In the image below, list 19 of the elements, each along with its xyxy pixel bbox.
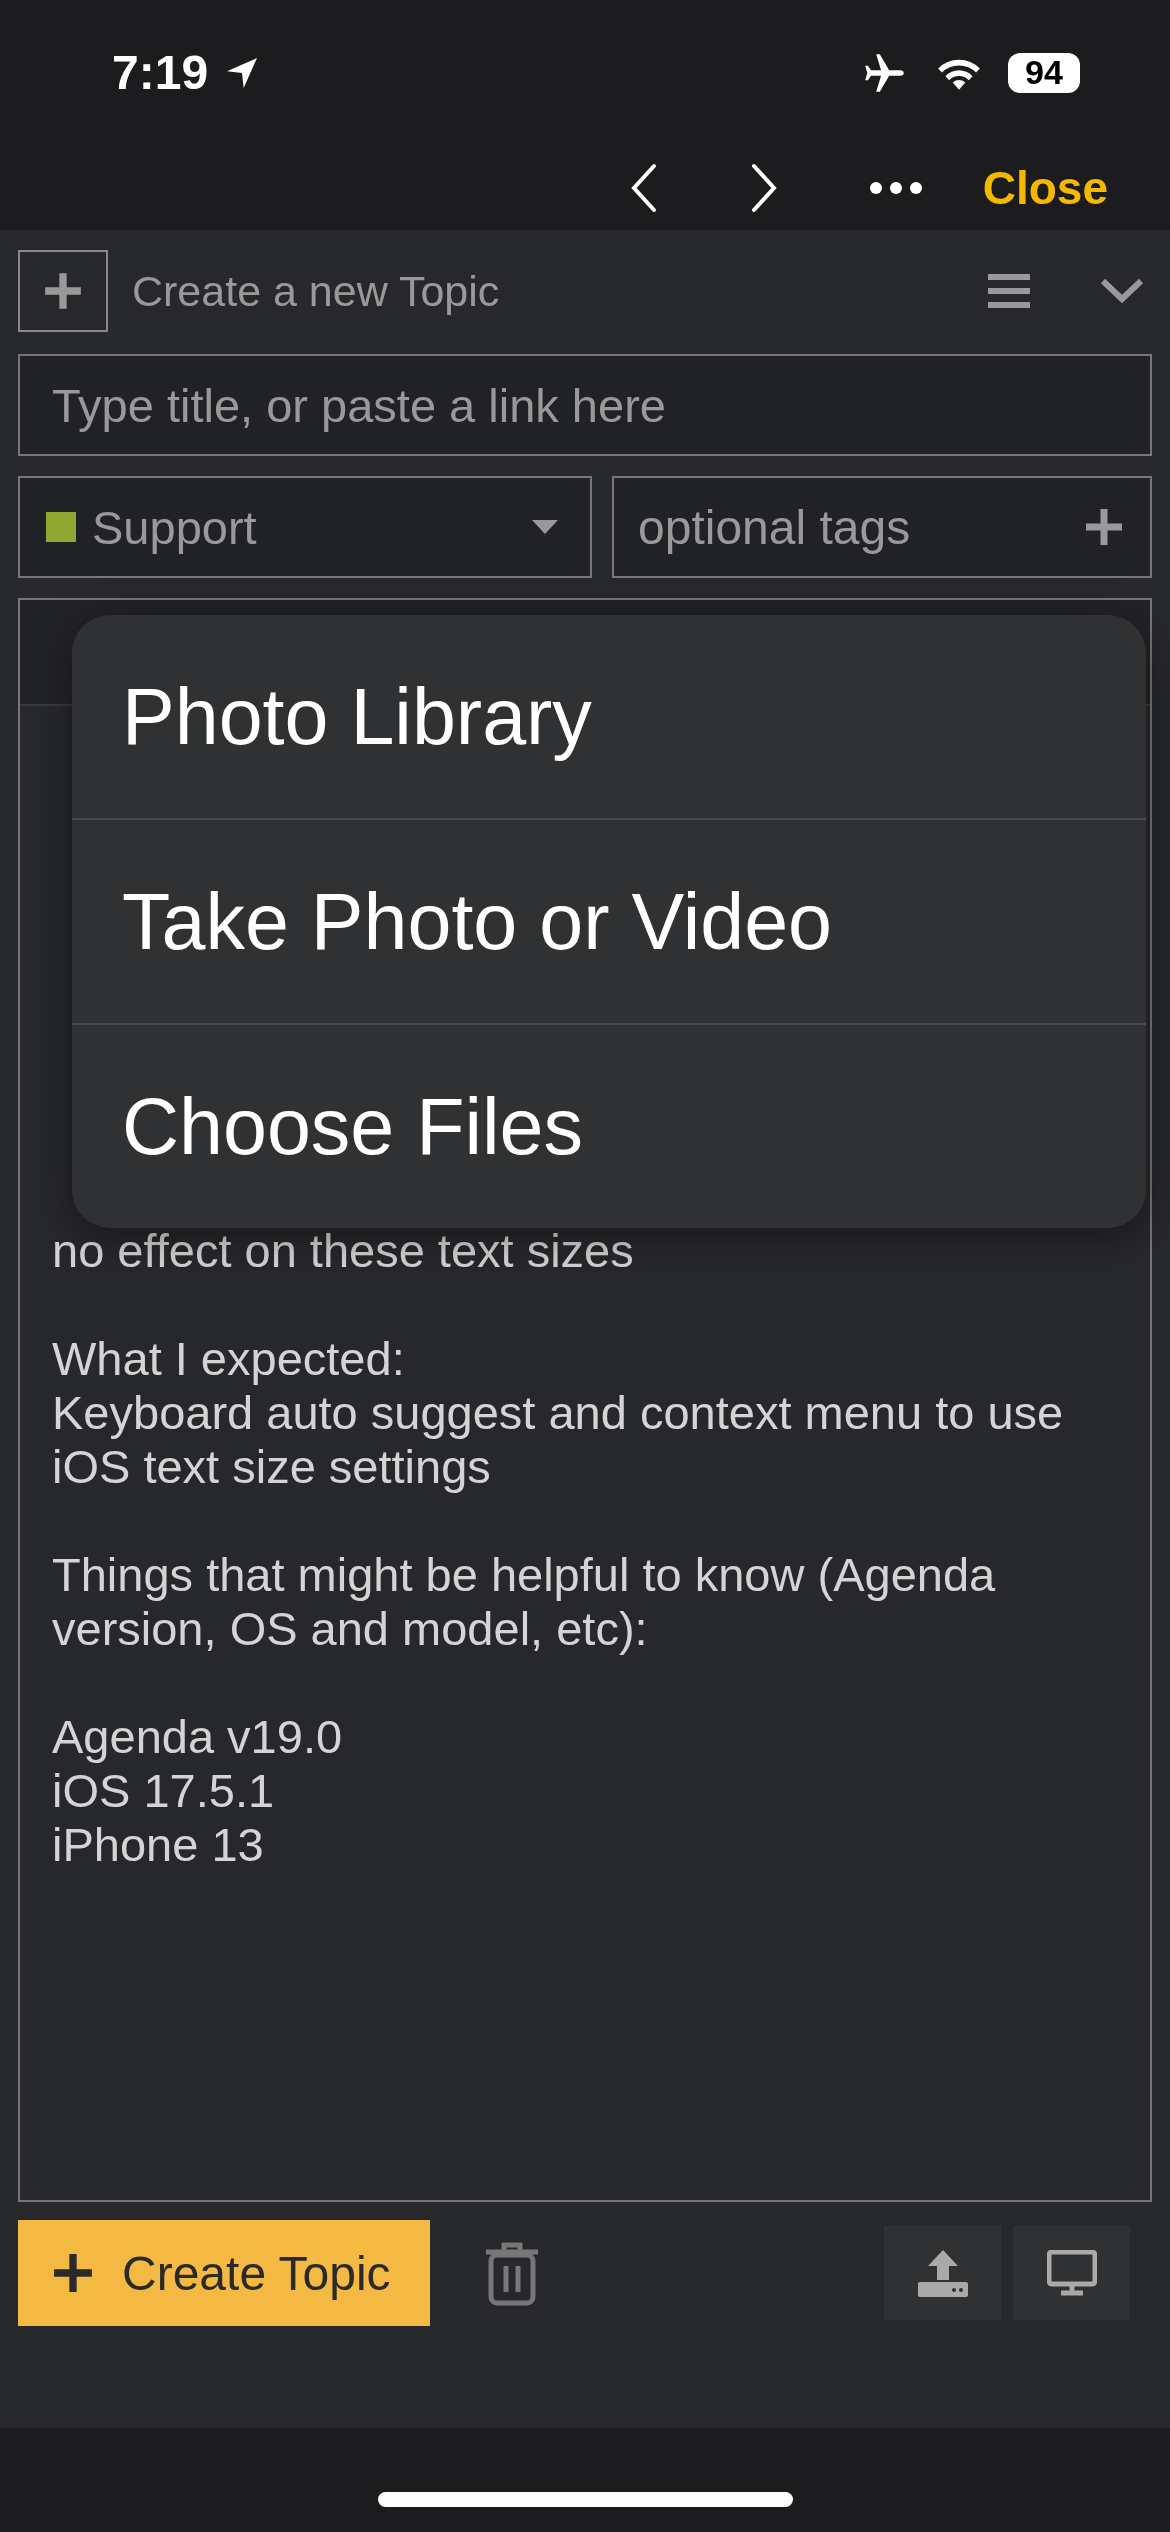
category-dropdown[interactable]: Support	[18, 476, 592, 578]
tags-field[interactable]: optional tags	[612, 476, 1152, 578]
composer-title: Create a new Topic	[132, 266, 501, 316]
menu-item[interactable]: Photo Library	[72, 615, 1146, 818]
status-time: 7:19	[112, 45, 209, 100]
menu-item[interactable]: Take Photo or Video	[72, 818, 1146, 1023]
title-field[interactable]: Type title, or paste a link here	[18, 354, 1152, 456]
editor-text-line: Things that might be helpful to know (Agenda	[52, 1548, 997, 1602]
menu-item[interactable]: Choose Files	[72, 1023, 1146, 1228]
editor-text-line: version, OS and model, etc):	[52, 1602, 649, 1656]
create-topic-button[interactable]: Create Topic	[18, 2220, 430, 2326]
editor-text-line: iOS text size settings	[52, 1440, 492, 1494]
editor-text-line: iPhone 13	[52, 1818, 265, 1872]
editor-text-line: iOS 17.5.1	[52, 1764, 276, 1818]
close-button[interactable]: Close	[982, 160, 1108, 215]
editor-text-line: Keyboard auto suggest and context menu to use	[52, 1386, 1065, 1440]
editor-text-line: Agenda v19.0	[52, 1710, 344, 1764]
editor-text-line: What I expected:	[52, 1332, 406, 1386]
battery-icon: 94	[1008, 52, 1080, 93]
